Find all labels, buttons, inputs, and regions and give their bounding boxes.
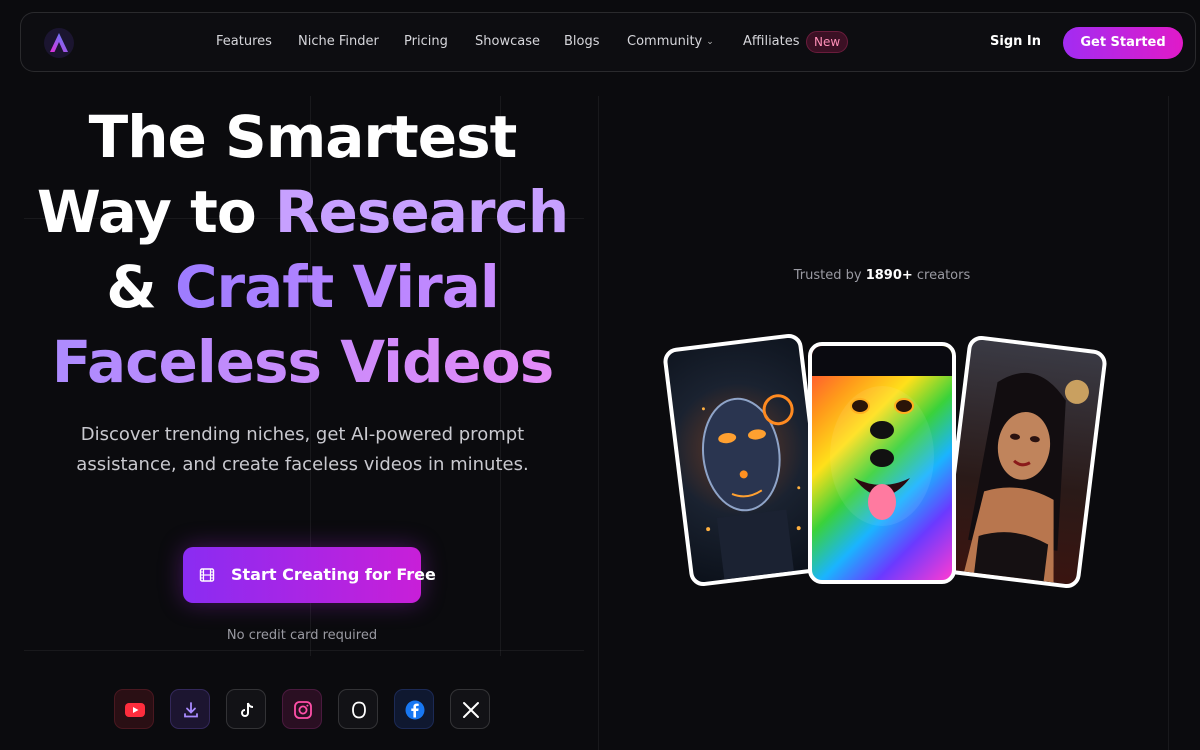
nav-niche-finder[interactable]: Niche Finder: [298, 34, 379, 49]
top-navbar: Features Niche Finder Pricing Showcase B…: [20, 12, 1196, 72]
trusted-suffix: creators: [916, 268, 971, 283]
no-credit-card-note: No credit card required: [226, 628, 378, 643]
get-started-button[interactable]: Get Started: [1063, 27, 1183, 59]
start-creating-label: Start Creating for Free: [231, 565, 436, 584]
nav-pricing[interactable]: Pricing: [404, 34, 448, 49]
title-line-2-a: Way to: [36, 178, 275, 246]
nav-blogs[interactable]: Blogs: [564, 34, 600, 49]
tiktok-icon[interactable]: [226, 689, 266, 729]
title-line-1: The Smartest: [88, 103, 518, 171]
trusted-by-text: Trusted by 1890+ creators: [780, 268, 984, 283]
new-badge: New: [806, 31, 849, 53]
threads-icon[interactable]: [338, 689, 378, 729]
title-highlight-research: Research: [274, 178, 569, 246]
download-icon[interactable]: [170, 689, 210, 729]
rainbow-dog-image: [808, 342, 956, 584]
trusted-prefix: Trusted by: [793, 268, 862, 283]
title-line-3: & Craft Viral: [20, 250, 585, 325]
title-line-3-a: &: [106, 253, 175, 321]
creator-count: 1890+: [865, 268, 913, 283]
start-creating-button[interactable]: Start Creating for Free: [183, 547, 436, 603]
film-icon: [199, 568, 215, 582]
title-line-4: Faceless Videos: [20, 325, 585, 400]
gothic-woman-image: [939, 334, 1109, 590]
chevron-down-icon: ⌄: [706, 37, 714, 47]
grid-line: [598, 96, 599, 750]
title-highlight-craft-viral: Craft Viral: [174, 253, 500, 321]
nav-features[interactable]: Features: [216, 34, 272, 49]
hero-subtitle: Discover trending niches, get AI-powered…: [76, 424, 529, 475]
nav-affiliates[interactable]: Affiliates: [743, 34, 800, 49]
x-icon[interactable]: [450, 689, 490, 729]
nav-community[interactable]: Community ⌄: [627, 34, 714, 49]
grid-line: [24, 650, 584, 651]
grid-line: [1168, 96, 1169, 750]
nav-showcase[interactable]: Showcase: [475, 34, 540, 49]
social-links: [114, 689, 494, 729]
youtube-icon[interactable]: [114, 689, 154, 729]
robot-face-image: [661, 332, 831, 588]
nav-community-label: Community: [627, 34, 703, 49]
sign-in-link[interactable]: Sign In: [990, 34, 1041, 49]
hero-title: The Smartest Way to Research & Craft Vir…: [20, 100, 585, 400]
instagram-icon[interactable]: [282, 689, 322, 729]
facebook-icon[interactable]: [394, 689, 434, 729]
title-line-2: Way to Research: [20, 175, 585, 250]
